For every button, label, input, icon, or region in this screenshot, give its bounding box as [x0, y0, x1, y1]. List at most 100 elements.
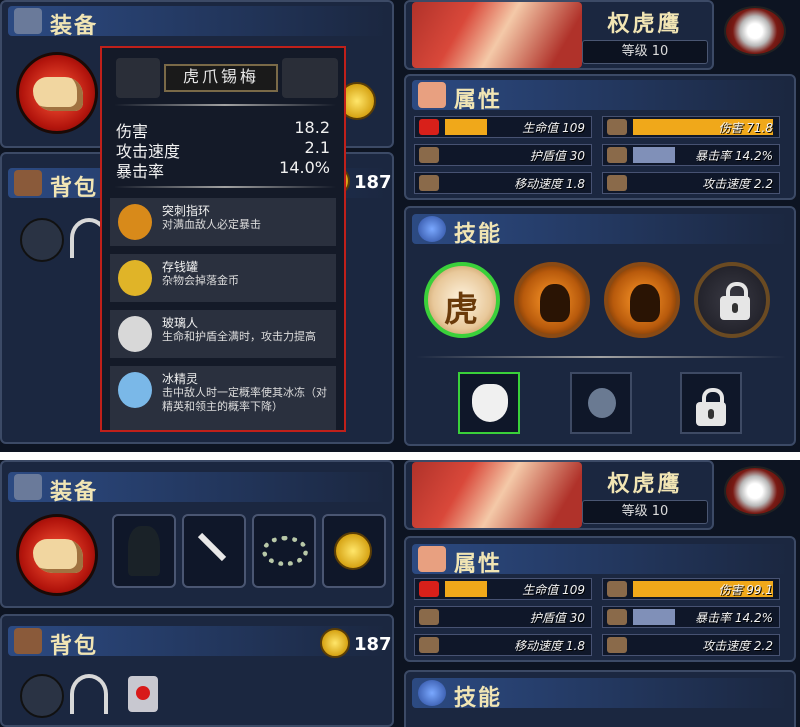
skills-divider	[416, 356, 786, 358]
skill-locked[interactable]	[694, 262, 770, 338]
stat-label: 伤害 99.1	[718, 583, 773, 597]
equipment-title: 装备	[50, 480, 99, 505]
sword-icon	[607, 119, 627, 135]
skills-title: 技能	[454, 686, 503, 711]
equipment-title: 装备	[50, 14, 99, 39]
stat-boot: 移动速度 1.8	[414, 634, 592, 656]
claw-icon	[33, 77, 83, 111]
weapon-slot-tiger-claw[interactable]	[16, 514, 98, 596]
skills-header: 技能	[412, 678, 788, 711]
passive-locked[interactable]	[680, 372, 742, 434]
body-icon	[418, 546, 446, 572]
cloak-icon	[128, 526, 160, 576]
gold-coin-icon	[320, 628, 350, 658]
heart-icon	[419, 581, 439, 597]
character-level: 等级 10	[582, 40, 708, 64]
heart-icon	[136, 686, 150, 700]
stat-heart: 生命值 109	[414, 116, 592, 138]
perk-row: 冰精灵 击中敌人时一定概率使其冰冻（对精英和领主的概率下降）	[110, 366, 336, 430]
stat-bar-fill	[633, 147, 675, 163]
skill-ninja-1[interactable]	[514, 262, 590, 338]
perk-icon	[118, 260, 152, 296]
perk-desc: 对满血敌人必定暴击	[162, 218, 261, 231]
attributes-header: 属性	[412, 544, 788, 577]
nameplate: 权虎鹰 等级 10	[580, 6, 710, 64]
attributes-title: 属性	[454, 88, 503, 113]
stat-bar-fill	[445, 119, 487, 135]
backpack-title: 背包	[50, 176, 99, 201]
equipment-panel: 装备	[0, 460, 394, 608]
attributes-header: 属性	[412, 80, 788, 113]
ninja-silhouette-icon	[540, 284, 570, 322]
heart-shield-item[interactable]	[128, 676, 158, 712]
screen-with-tooltip: 装备 背包 187 权虎鹰 等级 10 属性 生命值 109 伤害 71.8 护盾值…	[0, 0, 800, 452]
stat-heart: 生命值 109	[414, 578, 592, 600]
stat-label: 生命值 109	[522, 583, 585, 597]
passive-tiger-face[interactable]	[458, 372, 520, 434]
bomb-item[interactable]	[20, 674, 64, 718]
claw-icon	[33, 539, 83, 573]
character-panel: 权虎鹰 等级 10	[404, 460, 714, 530]
equipment-header: 装备	[8, 6, 386, 39]
tiger-face-icon	[472, 384, 508, 422]
stat-bar-fill	[445, 581, 487, 597]
exit-button[interactable]	[724, 6, 786, 56]
passive-paw[interactable]	[570, 372, 632, 434]
perk-icon	[118, 316, 152, 352]
perk-name: 突刺指环	[162, 204, 211, 218]
skill-tiger[interactable]: 虎	[424, 262, 500, 338]
character-name: 权虎鹰	[607, 472, 683, 497]
perk-desc: 生命和护盾全满时，攻击力提高	[162, 330, 316, 343]
stat-sword: 伤害 99.1	[602, 578, 780, 600]
gold-count: 187	[354, 634, 392, 655]
boot-icon	[419, 637, 439, 653]
equip-slot-coin[interactable]	[322, 514, 386, 588]
perk-icon	[118, 204, 152, 240]
tooltip-stat-row: 暴击率 14.0%	[116, 158, 336, 182]
nameplate: 权虎鹰 等级 10	[580, 466, 710, 524]
stat-name: 暴击率	[116, 162, 165, 181]
stat-label: 伤害 71.8	[718, 121, 773, 135]
bomb-item[interactable]	[20, 218, 64, 262]
equip-slot-beads[interactable]	[252, 514, 316, 588]
equipment-header: 装备	[8, 472, 386, 505]
stat-eye: 暴击率 14.2%	[602, 606, 780, 628]
sword-icon	[607, 581, 627, 597]
attributes-title: 属性	[454, 552, 503, 577]
stat-label: 移动速度 1.8	[514, 177, 585, 191]
perk-desc: 杂物会掉落金币	[162, 274, 239, 287]
paw-icon	[588, 388, 616, 418]
skills-panel: 技能 虎	[404, 206, 796, 446]
eye-icon	[607, 147, 627, 163]
perk-name: 存钱罐	[162, 260, 199, 274]
tooltip-item-name: 虎爪锡梅	[164, 64, 278, 92]
skills-panel: 技能	[404, 670, 796, 727]
equip-slot-cloak[interactable]	[112, 514, 176, 588]
stat-label: 移动速度 1.8	[514, 639, 585, 653]
tiger-glyph: 虎	[444, 290, 478, 330]
shield-icon	[419, 609, 439, 625]
stat-bar-fill	[633, 609, 675, 625]
skills-header: 技能	[412, 214, 788, 247]
stat-label: 护盾值 30	[529, 611, 585, 625]
skill-ninja-2[interactable]	[604, 262, 680, 338]
perk-name: 冰精灵	[162, 372, 199, 386]
sickle-item[interactable]	[70, 674, 108, 714]
skills-title: 技能	[454, 222, 503, 247]
item-tooltip: 虎爪锡梅 伤害 18.2 攻击速度 2.1 暴击率 14.0% 突刺指环 对满血敌人必定…	[100, 46, 346, 432]
shield-icon	[419, 147, 439, 163]
gold-count: 187	[354, 172, 392, 193]
lock-icon	[720, 282, 750, 320]
helmet-icon	[14, 474, 42, 500]
stat-value: 14.0%	[279, 158, 330, 177]
orb-icon	[418, 680, 446, 706]
coin-icon	[334, 532, 372, 570]
equip-slot-hook[interactable]	[182, 514, 246, 588]
weapon-slot-tiger-claw[interactable]	[16, 52, 98, 134]
tooltip-divider	[114, 186, 336, 188]
stat-fist: 攻击速度 2.2	[602, 172, 780, 194]
stat-eye: 暴击率 14.2%	[602, 144, 780, 166]
backpack-icon	[14, 628, 42, 654]
backpack-panel: 背包 187	[0, 614, 394, 727]
exit-button[interactable]	[724, 466, 786, 516]
